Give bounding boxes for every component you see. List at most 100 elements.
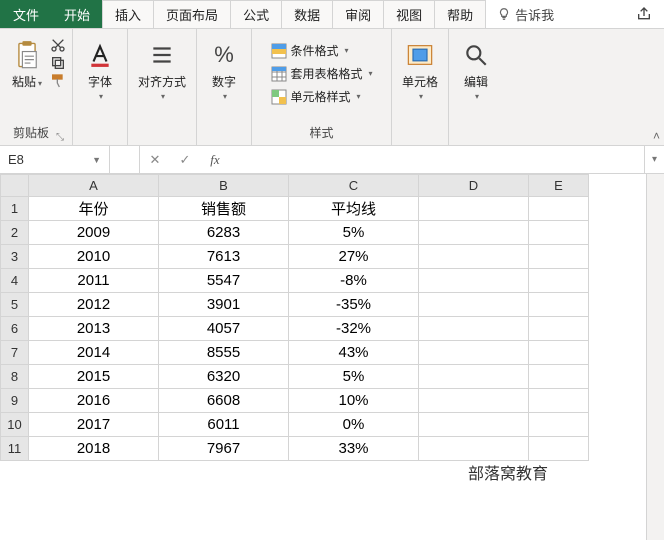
cell[interactable] <box>419 365 529 389</box>
editing-button[interactable]: 编辑 ▾ <box>455 37 497 103</box>
cell[interactable] <box>419 245 529 269</box>
cell[interactable]: 2011 <box>29 269 159 293</box>
tab-5[interactable]: 审阅 <box>332 0 384 28</box>
row-header[interactable]: 10 <box>1 413 29 437</box>
paste-button[interactable]: 粘贴▾ <box>6 37 48 92</box>
cell[interactable] <box>419 293 529 317</box>
expand-formula-bar-icon[interactable]: ▾ <box>644 146 664 173</box>
name-box[interactable]: E8 ▼ <box>0 146 110 173</box>
font-button[interactable]: 字体 ▾ <box>79 37 121 103</box>
col-header-B[interactable]: B <box>159 175 289 197</box>
cell[interactable] <box>529 317 589 341</box>
tell-me[interactable]: 告诉我 <box>485 0 566 28</box>
cell[interactable] <box>419 413 529 437</box>
row-header[interactable]: 2 <box>1 221 29 245</box>
number-button[interactable]: % 数字 ▾ <box>203 37 245 103</box>
cell[interactable] <box>529 197 589 221</box>
cell[interactable]: 8555 <box>159 341 289 365</box>
collapse-ribbon-icon[interactable]: ˄ <box>653 129 660 143</box>
col-header-C[interactable]: C <box>289 175 419 197</box>
row-header[interactable]: 5 <box>1 293 29 317</box>
cells-button[interactable]: 单元格 ▾ <box>398 37 442 103</box>
cell[interactable]: 3901 <box>159 293 289 317</box>
cell[interactable]: 7613 <box>159 245 289 269</box>
tab-7[interactable]: 帮助 <box>434 0 486 28</box>
cell[interactable]: 2016 <box>29 389 159 413</box>
cell[interactable]: 10% <box>289 389 419 413</box>
cell[interactable] <box>529 413 589 437</box>
cell[interactable]: 2018 <box>29 437 159 461</box>
tab-2[interactable]: 页面布局 <box>153 0 231 28</box>
row-header[interactable]: 11 <box>1 437 29 461</box>
cell[interactable]: -8% <box>289 269 419 293</box>
cell[interactable] <box>419 317 529 341</box>
cell[interactable] <box>419 389 529 413</box>
cell[interactable]: 2013 <box>29 317 159 341</box>
cell[interactable] <box>529 245 589 269</box>
cell[interactable]: 33% <box>289 437 419 461</box>
alignment-button[interactable]: 对齐方式 ▾ <box>134 37 190 103</box>
cell[interactable]: 5% <box>289 365 419 389</box>
select-all-corner[interactable] <box>1 175 29 197</box>
row-header[interactable]: 9 <box>1 389 29 413</box>
cell[interactable]: 年份 <box>29 197 159 221</box>
cell[interactable]: 43% <box>289 341 419 365</box>
cell[interactable] <box>419 341 529 365</box>
cell[interactable]: 0% <box>289 413 419 437</box>
cell[interactable] <box>529 437 589 461</box>
cell[interactable]: 2017 <box>29 413 159 437</box>
row-header[interactable]: 8 <box>1 365 29 389</box>
cell[interactable]: 销售额 <box>159 197 289 221</box>
col-header-D[interactable]: D <box>419 175 529 197</box>
confirm-icon[interactable]: ✓ <box>170 146 200 173</box>
format-as-table-button[interactable]: 套用表格格式 ▾ <box>269 64 375 83</box>
cell[interactable] <box>419 269 529 293</box>
cell[interactable]: 6608 <box>159 389 289 413</box>
col-header-E[interactable]: E <box>529 175 589 197</box>
vertical-scrollbar[interactable] <box>646 174 664 540</box>
cell[interactable]: 6283 <box>159 221 289 245</box>
cell[interactable]: -32% <box>289 317 419 341</box>
cell[interactable] <box>529 341 589 365</box>
cell[interactable]: 5547 <box>159 269 289 293</box>
tab-0[interactable]: 开始 <box>51 0 103 28</box>
cell[interactable] <box>529 365 589 389</box>
cell-styles-button[interactable]: 单元格样式 ▾ <box>269 87 375 106</box>
formula-input[interactable] <box>230 146 644 173</box>
copy-icon[interactable] <box>50 55 66 71</box>
cancel-icon[interactable]: ✕ <box>140 146 170 173</box>
cell[interactable]: 2012 <box>29 293 159 317</box>
cell[interactable] <box>419 197 529 221</box>
cut-icon[interactable] <box>50 37 66 53</box>
cell[interactable]: -35% <box>289 293 419 317</box>
tab-6[interactable]: 视图 <box>383 0 435 28</box>
fx-icon[interactable]: fx <box>200 146 230 173</box>
row-header[interactable]: 1 <box>1 197 29 221</box>
cell[interactable]: 4057 <box>159 317 289 341</box>
cell[interactable] <box>419 437 529 461</box>
cell[interactable]: 27% <box>289 245 419 269</box>
cell[interactable]: 6011 <box>159 413 289 437</box>
format-painter-icon[interactable] <box>50 73 66 89</box>
cell[interactable] <box>529 293 589 317</box>
cell[interactable]: 5% <box>289 221 419 245</box>
share-button[interactable] <box>624 0 664 28</box>
cell[interactable] <box>529 389 589 413</box>
cell[interactable]: 2010 <box>29 245 159 269</box>
dialog-launcher-icon[interactable]: ⤡ <box>56 132 64 143</box>
cell[interactable]: 6320 <box>159 365 289 389</box>
cell[interactable] <box>529 221 589 245</box>
cell[interactable]: 7967 <box>159 437 289 461</box>
tab-1[interactable]: 插入 <box>102 0 154 28</box>
conditional-format-button[interactable]: 条件格式 ▾ <box>269 41 375 60</box>
tab-file[interactable]: 文件 <box>0 0 52 28</box>
cell[interactable] <box>529 269 589 293</box>
col-header-A[interactable]: A <box>29 175 159 197</box>
tab-4[interactable]: 数据 <box>281 0 333 28</box>
cell[interactable]: 2015 <box>29 365 159 389</box>
cell[interactable]: 平均线 <box>289 197 419 221</box>
cell[interactable]: 2014 <box>29 341 159 365</box>
cell[interactable]: 2009 <box>29 221 159 245</box>
row-header[interactable]: 4 <box>1 269 29 293</box>
tab-3[interactable]: 公式 <box>230 0 282 28</box>
